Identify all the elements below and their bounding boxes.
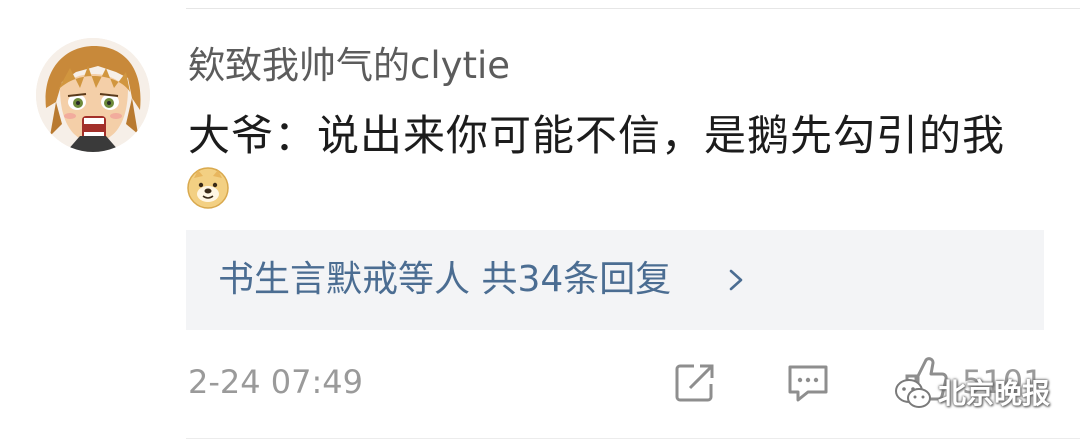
top-divider bbox=[186, 8, 1080, 9]
comment-icon[interactable] bbox=[786, 362, 830, 404]
comment-card: 欸致我帅气的clytie 大爷：说出来你可能不信，是鹅先勾引的我 书生言默戒等人… bbox=[0, 0, 1080, 442]
replies-preview[interactable]: 书生言默戒等人 共34条回复 bbox=[186, 230, 1044, 330]
doge-emoji-icon bbox=[186, 166, 230, 210]
share-icon[interactable] bbox=[674, 362, 716, 404]
watermark-text: 北京晚报 bbox=[938, 377, 1051, 410]
comment-timestamp: 2-24 07:49 bbox=[188, 363, 364, 401]
chevron-right-icon bbox=[729, 269, 743, 291]
replies-summary[interactable]: 书生言默戒等人 共34条回复 bbox=[218, 254, 671, 306]
wechat-icon bbox=[895, 379, 931, 408]
username[interactable]: 欸致我帅气的clytie bbox=[188, 42, 510, 90]
avatar-image bbox=[36, 38, 150, 152]
comment-text: 大爷：说出来你可能不信，是鹅先勾引的我 bbox=[188, 111, 1006, 160]
bottom-divider bbox=[186, 438, 1080, 439]
avatar[interactable] bbox=[36, 38, 150, 152]
watermark: 北京晚报 bbox=[894, 372, 1050, 416]
